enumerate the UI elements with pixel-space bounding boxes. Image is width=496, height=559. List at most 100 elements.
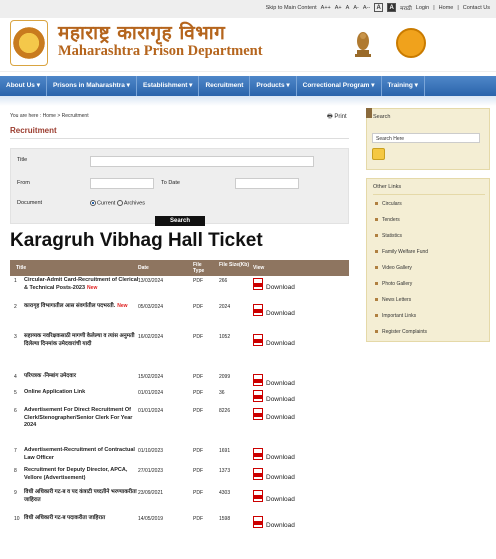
other-links-panel: Other Links Circulars Tenders Statistics… (366, 178, 490, 342)
nav-correctional-program[interactable]: Correctional Program ▾ (297, 76, 382, 96)
table-row: 5 Online Application Link 01/01/2024 PDF… (14, 389, 295, 403)
pdf-icon[interactable] (253, 468, 263, 480)
pdf-icon[interactable] (253, 374, 263, 386)
link-circulars[interactable]: Circulars (375, 201, 402, 207)
font-size-small[interactable]: A- (353, 5, 359, 11)
document-label: Document (17, 200, 43, 206)
row-title[interactable]: Circular-Admit Card-Recruitment of Cleri… (24, 277, 142, 292)
document-radio-group: Current Archives (90, 200, 145, 206)
pdf-icon[interactable] (253, 516, 263, 528)
link-video-gallery[interactable]: Video Gallery (375, 265, 412, 271)
download-link[interactable]: Download (266, 522, 295, 529)
row-title[interactable]: विधी अधिकारी गट-ब व पद कंत्राटी पध्दतीने… (24, 489, 142, 504)
home-link[interactable]: Home (439, 5, 454, 11)
download-link[interactable]: Download (266, 340, 295, 347)
font-size-xs[interactable]: A-- (363, 5, 370, 11)
recruitment-table-body: 1 Circular-Admit Card-Recruitment of Cle… (10, 276, 349, 540)
login-link[interactable]: Login (416, 5, 429, 11)
pdf-icon[interactable] (253, 390, 263, 402)
link-tenders[interactable]: Tenders (375, 217, 400, 223)
new-badge: New (87, 284, 98, 291)
row-title[interactable]: Online Application Link (24, 389, 142, 397)
pdf-icon[interactable] (253, 304, 263, 316)
font-size-normal[interactable]: A (346, 5, 350, 11)
print-button[interactable]: 🖶 Print (327, 112, 347, 122)
pdf-icon[interactable] (253, 408, 263, 420)
font-size-xl[interactable]: A+ (335, 5, 342, 11)
pdf-icon[interactable] (253, 278, 263, 290)
nav-recruitment[interactable]: Recruitment (199, 76, 251, 96)
nav-shadow (0, 96, 496, 106)
table-row: 3 सहाय्यक नवरिक्षकसाठी मागणी केलेल्या व … (14, 333, 295, 348)
language-link[interactable]: मराठी (400, 4, 412, 12)
col-title: Title (16, 265, 27, 271)
recruitment-table-header: Title Date File Type File Size(Kb) View (10, 260, 349, 276)
site-header: महाराष्ट्र कारागृह विभाग Maharashtra Pri… (0, 18, 496, 72)
table-row: 7 Advertisement-Recruitment of Contractu… (14, 447, 295, 462)
hall-ticket-heading: Karagruh Vibhag Hall Ticket (8, 230, 265, 252)
site-title-marathi: महाराष्ट्र कारागृह विभाग (58, 22, 226, 44)
to-date-input[interactable] (235, 178, 299, 189)
table-row: 9 विधी अधिकारी गट-ब व पद कंत्राटी पध्दती… (14, 489, 295, 504)
from-date-input[interactable] (90, 178, 154, 189)
download-link[interactable]: Download (266, 474, 295, 481)
sidebar-search-input[interactable]: Search Here (372, 133, 480, 143)
download-link[interactable]: Download (266, 396, 295, 403)
government-seal-icon (396, 28, 426, 58)
download-link[interactable]: Download (266, 496, 295, 503)
table-row: 4 परिपत्रक -निम्बांग उमेदवार 15/02/2024 … (14, 373, 295, 387)
main-navigation: About Us ▾ Prisons in Maharashtra ▾ Esta… (0, 76, 496, 96)
download-link[interactable]: Download (266, 310, 295, 317)
nav-training[interactable]: Training ▾ (382, 76, 425, 96)
table-row: 8 Recruitment for Deputy Director, APCA,… (14, 467, 295, 482)
search-go-icon[interactable] (372, 148, 385, 160)
prison-department-logo[interactable] (10, 20, 48, 66)
nav-prisons-in-maharashtra[interactable]: Prisons in Maharashtra ▾ (47, 76, 137, 96)
download-link[interactable]: Download (266, 414, 295, 421)
col-file-size: File Size(Kb) (219, 262, 250, 268)
pdf-icon[interactable] (253, 490, 263, 502)
row-title[interactable]: विधी अधिकारी गट-ब पदाकरीता जाहिरात (24, 515, 142, 523)
link-photo-gallery[interactable]: Photo Gallery (375, 281, 412, 287)
contact-link[interactable]: Contact Us (463, 5, 490, 11)
to-date-label: To Date (161, 180, 180, 186)
pdf-icon[interactable] (253, 448, 263, 460)
nav-products[interactable]: Products ▾ (250, 76, 297, 96)
col-file-type: File Type (193, 262, 205, 274)
site-title-english: Maharashtra Prison Department (58, 43, 263, 59)
row-title[interactable]: Advertisement-Recruitment of Contractual… (24, 447, 142, 462)
sidebar-search-header: Search (373, 114, 391, 120)
contrast-normal-button[interactable]: A (374, 3, 384, 12)
link-family-welfare-fund[interactable]: Family Welfare Fund (375, 249, 428, 255)
title-input[interactable] (90, 156, 314, 167)
nav-establishment[interactable]: Establishment ▾ (137, 76, 200, 96)
contrast-high-button[interactable]: A (387, 3, 397, 12)
archives-radio[interactable] (116, 200, 123, 206)
download-link[interactable]: Download (266, 284, 295, 291)
row-title[interactable]: Advertisement For Direct Recruitment Of … (24, 407, 142, 430)
pdf-icon[interactable] (253, 334, 263, 346)
table-row: 6 Advertisement For Direct Recruitment O… (14, 407, 295, 430)
row-title[interactable]: कारागृह विभागातील आस संवर्गातील पदभरती. N… (24, 303, 142, 311)
font-size-xxl[interactable]: A++ (321, 5, 331, 11)
from-label: From (17, 180, 30, 186)
skip-to-content-link[interactable]: Skip to Main Content (266, 5, 317, 11)
link-statistics[interactable]: Statistics (375, 233, 402, 239)
search-button[interactable]: Search (155, 216, 205, 226)
top-utility-bar: Skip to Main Content A++ A+ A A- A-- A A… (0, 0, 496, 18)
download-link[interactable]: Download (266, 380, 295, 387)
current-radio[interactable] (90, 200, 96, 206)
breadcrumb: You are here : Home > Recruitment (10, 113, 89, 119)
new-badge: New (117, 303, 128, 309)
row-title[interactable]: परिपत्रक -निम्बांग उमेदवार (24, 373, 142, 381)
row-title[interactable]: Recruitment for Deputy Director, APCA, V… (24, 467, 142, 482)
link-important-links[interactable]: Important Links (375, 313, 416, 319)
link-register-complaints[interactable]: Register Complaints (375, 329, 427, 335)
row-title[interactable]: सहाय्यक नवरिक्षकसाठी मागणी केलेल्या व त्… (24, 333, 142, 348)
download-link[interactable]: Download (266, 454, 295, 461)
utility-links: Skip to Main Content A++ A+ A A- A-- A A… (265, 3, 490, 12)
nav-about-us[interactable]: About Us ▾ (0, 76, 47, 96)
col-view: View (253, 265, 265, 271)
divider (10, 138, 349, 139)
link-news-letters[interactable]: News Letters (375, 297, 411, 303)
